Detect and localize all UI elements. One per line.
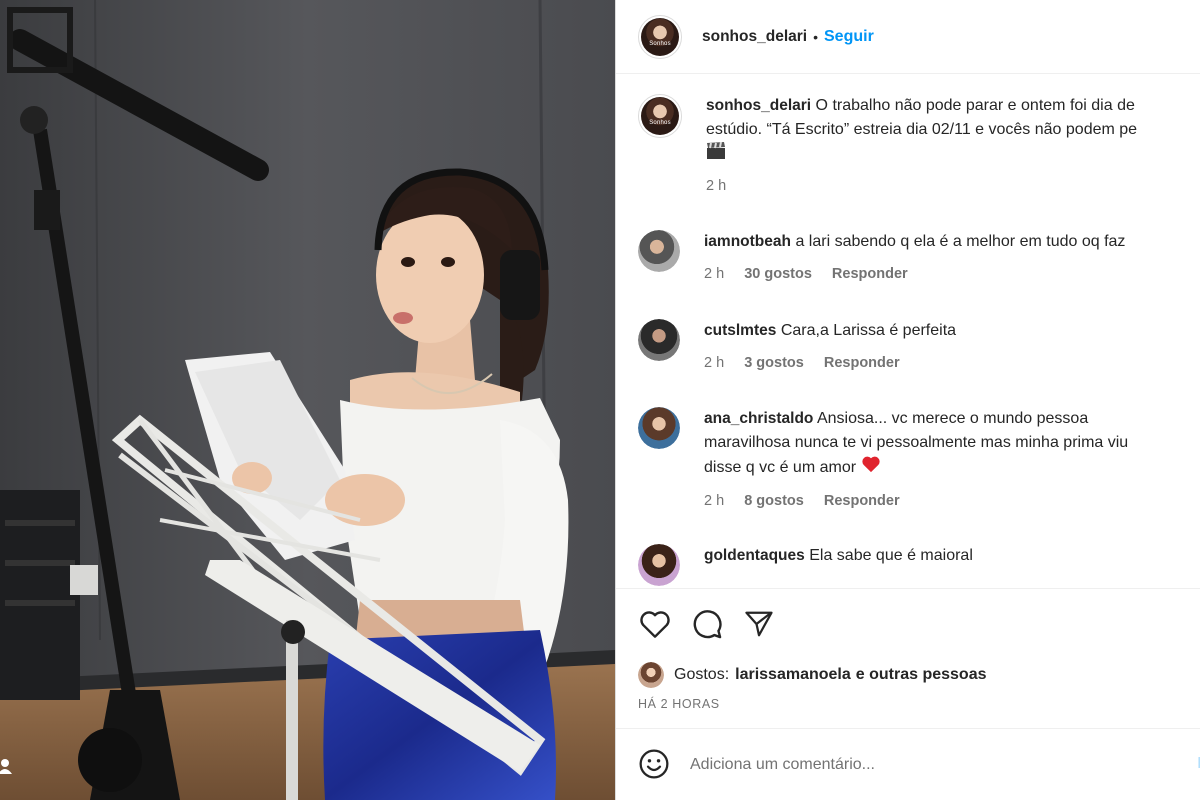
post-side-panel: Sonhos sonhos_delari • Seguir Sonhos son… [615,0,1200,800]
comment-row: cutslmtes Cara,a Larissa é perfeita 2 h … [638,319,1200,375]
comment-line: goldentaques Ela sabe que é maioral [704,544,1200,568]
caption-username[interactable]: sonhos_delari [706,97,811,114]
comment-meta: 2 h 8 gostos Responder [704,489,1200,513]
caption-line-1: sonhos_delari O trabalho não pode parar … [706,94,1200,118]
caption-row: Sonhos sonhos_delari O trabalho não pode… [638,94,1200,198]
likes-summary: Gostos: larissamanoela e outras pessoas [638,662,987,688]
commenter-avatar[interactable] [638,544,680,586]
comment-body: ana_christaldo Ansiosa... vc merece o mu… [704,407,1200,513]
caption-meta: 2 h [706,174,1200,198]
avatar-text: Sonhos [649,120,671,126]
post-timestamp[interactable]: HÁ 2 HORAS [638,697,720,711]
comment-body: cutslmtes Cara,a Larissa é perfeita 2 h … [704,319,1200,375]
red-heart-icon [861,455,881,481]
comment-likes-link[interactable]: 8 gostos [744,493,804,509]
comment-text: Cara,a Larissa é perfeita [780,322,957,339]
caption-avatar[interactable]: Sonhos [638,94,682,138]
action-icons [638,607,776,641]
commenter-username[interactable]: cutslmtes [704,322,776,339]
commenter-avatar[interactable] [638,319,680,361]
comment-line: cutslmtes Cara,a Larissa é perfeita [704,319,1200,343]
author-username[interactable]: sonhos_delari [702,28,807,46]
studio-photo-illustration [0,0,615,800]
share-icon[interactable] [742,607,776,641]
comment-line: iamnotbeah a lari sabendo q ela é a melh… [704,230,1200,254]
commenter-avatar[interactable] [638,407,680,449]
comment-likes-link[interactable]: 30 gostos [744,266,812,282]
reply-button[interactable]: Responder [824,355,900,371]
comment-body: iamnotbeah a lari sabendo q ela é a melh… [704,230,1200,286]
caption-time: 2 h [706,178,727,194]
comment-row: goldentaques Ela sabe que é maioral [638,544,1200,586]
likes-label: Gostos: [674,666,730,683]
comment-row: ana_christaldo Ansiosa... vc merece o mu… [638,407,1200,513]
comment-text-2: maravilhosa nunca te vi pessoalmente mas… [704,434,1129,451]
commenter-avatar[interactable] [638,230,680,272]
comment-likes-link[interactable]: 3 gostos [744,355,804,371]
commenter-username[interactable]: ana_christaldo [704,410,813,427]
comment-meta: 2 h 30 gostos Responder [704,262,1200,286]
separator-dot: • [813,28,818,45]
comment-text-3: disse q vc é um amor [704,459,857,477]
post-header: Sonhos sonhos_delari • Seguir [616,0,1200,74]
reply-button[interactable]: Responder [832,266,908,282]
comment-icon[interactable] [690,607,724,641]
caption-emoji-line [706,142,1200,168]
clapper-board-icon [706,142,726,168]
comment-body: goldentaques Ela sabe que é maioral [704,544,1200,586]
liker-username[interactable]: larissamanoela [735,666,851,684]
avatar-text: Sonhos [649,40,671,47]
author-avatar[interactable]: Sonhos [638,14,682,59]
caption-body: sonhos_delari O trabalho não pode parar … [706,94,1200,198]
comment-text-1: Ansiosa... vc merece o mundo pessoa [816,410,1089,427]
comment-line-3: disse q vc é um amor [704,455,1200,481]
caption-text-2: estúdio. “Tá Escrito” estreia dia 02/11 … [706,121,1138,138]
comment-text: Ela sabe que é maioral [809,547,973,564]
caption-text-1: O trabalho não pode parar e ontem foi di… [815,97,1135,114]
action-bar [616,588,1200,662]
commenter-username[interactable]: goldentaques [704,547,805,564]
commenter-username[interactable]: iamnotbeah [704,233,791,250]
comment-time: 2 h [704,493,725,509]
heart-icon[interactable] [638,607,672,641]
comment-row: iamnotbeah a lari sabendo q ela é a melh… [638,230,1200,286]
comment-time: 2 h [704,355,725,371]
comment-line: ana_christaldo Ansiosa... vc merece o mu… [704,407,1200,431]
liker-avatar[interactable] [638,662,664,688]
comment-input[interactable] [690,755,1150,774]
comment-time: 2 h [704,266,725,282]
comment-text: a lari sabendo q ela é a melhor em tudo … [795,233,1126,250]
likes-others-link[interactable]: e outras pessoas [856,666,987,684]
comment-meta: 2 h 3 gostos Responder [704,351,1200,375]
emoji-icon[interactable] [638,748,672,782]
instagram-post-view: Sonhos sonhos_delari • Seguir Sonhos son… [0,0,1200,800]
comments-list[interactable]: Sonhos sonhos_delari O trabalho não pode… [616,74,1200,588]
tag-user-icon[interactable] [0,756,14,776]
follow-button[interactable]: Seguir [824,28,874,46]
add-comment-bar: P [616,728,1200,800]
reply-button[interactable]: Responder [824,493,900,509]
post-photo[interactable] [0,0,615,800]
